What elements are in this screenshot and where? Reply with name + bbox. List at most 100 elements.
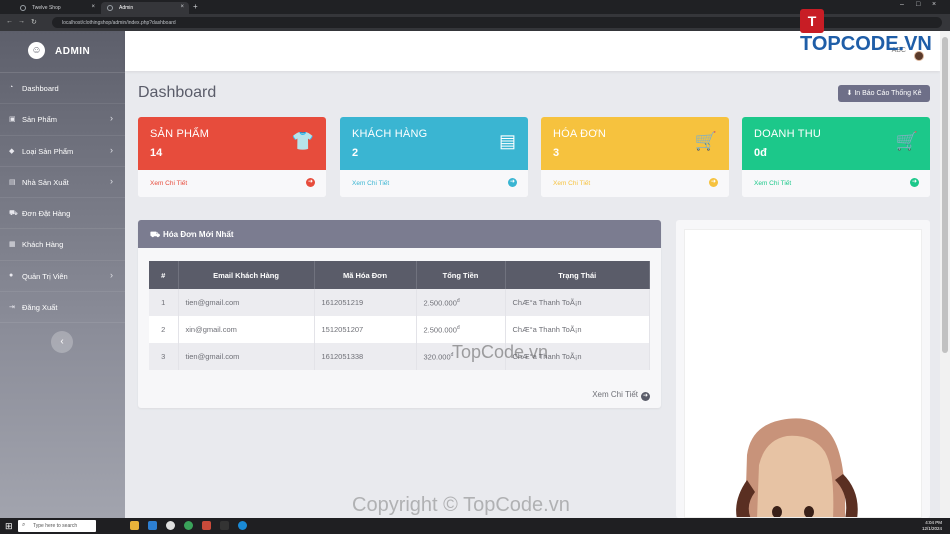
sidebar-item-logout[interactable]: ⇥ Đăng Xuất <box>0 292 125 324</box>
tag-icon: ◆ <box>9 147 15 155</box>
arrow-right-circle-icon[interactable]: ➜ <box>910 178 919 187</box>
invoice-code: 1512051207 <box>314 316 417 343</box>
stat-card-footer[interactable]: Xem Chi Tiết ➜ <box>340 170 528 197</box>
sidebar-item-label: Đăng Xuất <box>22 303 58 313</box>
sidebar: ☺ ADMIN ◔ Dashboard ▣ Sản Phẩm › ◆ Loại … <box>0 31 125 518</box>
window-close-icon[interactable]: × <box>932 1 936 8</box>
logout-icon: ⇥ <box>9 304 15 312</box>
vscode-icon[interactable] <box>148 521 157 530</box>
dashboard-icon: ◔ <box>9 84 14 91</box>
sidebar-item-orders[interactable]: ⛟ Đơn Đặt Hàng <box>0 198 125 230</box>
chrome-icon[interactable] <box>166 521 175 530</box>
sidebar-item-label: Dashboard <box>22 84 59 93</box>
sidebar-item-categories[interactable]: ◆ Loại Sản Phẩm › <box>0 136 125 167</box>
box-icon: ▣ <box>9 116 16 124</box>
chevron-left-icon: ‹ <box>60 336 64 347</box>
stat-card-link[interactable]: Xem Chi Tiết <box>352 180 389 187</box>
new-tab-icon[interactable]: + <box>193 2 198 11</box>
brand[interactable]: ☺ ADMIN <box>0 31 125 73</box>
url-text: localhost/clothingshop/admin/index.php?d… <box>62 20 176 26</box>
print-report-button[interactable]: ⬇ In Báo Cáo Thống Kê <box>838 85 930 102</box>
stat-card-link[interactable]: Xem Chi Tiết <box>754 180 791 187</box>
total-amount: 2.500.000 <box>423 325 457 335</box>
customer-email: xin@gmail.com <box>178 316 315 343</box>
column-header[interactable]: Mã Hóa Đơn <box>314 261 417 289</box>
app-icon[interactable] <box>202 521 211 530</box>
table-row[interactable]: 2 xin@gmail.com 1512051207 2.500.000đ Ch… <box>149 316 650 343</box>
table-row[interactable]: 3 tien@gmail.com 1612051338 320.000đ ChÆ… <box>149 343 650 370</box>
chat-app-icon[interactable] <box>184 521 193 530</box>
center-watermark: TopCode.vn <box>452 342 549 362</box>
total-amount: 2.500.000 <box>423 298 457 308</box>
currency-symbol: đ <box>456 297 460 304</box>
view-all-orders-link[interactable]: Xem Chi Tiết ➜ <box>592 390 650 401</box>
stat-card-header: DOANH THU 0đ 🛒 <box>742 117 930 170</box>
edge-icon[interactable] <box>238 521 247 530</box>
terminal-icon[interactable] <box>220 521 229 530</box>
arrow-right-circle-icon[interactable]: ➜ <box>306 178 315 187</box>
sidebar-item-customers[interactable]: ▦ Khách Hàng <box>0 229 125 261</box>
sidebar-item-label: Đơn Đặt Hàng <box>22 209 71 219</box>
sidebar-item-dashboard[interactable]: ◔ Dashboard <box>0 73 125 105</box>
sidebar-menu: ◔ Dashboard ▣ Sản Phẩm › ◆ Loại Sản Phẩm… <box>0 73 125 324</box>
order-total: 2.500.000đ <box>416 316 506 343</box>
brand-name: ADMIN <box>55 46 91 57</box>
row-number: 2 <box>149 316 179 343</box>
reload-icon[interactable]: ↻ <box>31 18 37 26</box>
sidebar-item-label: Khách Hàng <box>22 240 64 250</box>
sidebar-item-products[interactable]: ▣ Sản Phẩm › <box>0 104 125 136</box>
column-header[interactable]: Trạng Thái <box>505 261 650 289</box>
sidebar-toggle-button[interactable]: ‹ <box>51 331 73 353</box>
row-number: 3 <box>149 343 179 370</box>
page-scrollbar[interactable] <box>940 31 950 518</box>
arrow-right-circle-icon[interactable]: ➜ <box>709 178 718 187</box>
system-tray-clock[interactable]: 4:04 PM 12/1/2024 <box>922 520 942 532</box>
forward-icon[interactable]: → <box>18 18 25 25</box>
address-book-icon: ▦ <box>9 241 16 249</box>
stat-card-footer[interactable]: Xem Chi Tiết ➜ <box>742 170 930 197</box>
file-explorer-icon[interactable] <box>130 521 139 530</box>
order-status: ChÆ°a Thanh ToÃ¡n <box>505 289 650 316</box>
page-title: Dashboard <box>138 84 217 101</box>
stat-card-footer[interactable]: Xem Chi Tiết ➜ <box>541 170 729 197</box>
maximize-icon[interactable]: □ <box>916 1 920 8</box>
stat-card-footer[interactable]: Xem Chi Tiết ➜ <box>138 170 326 197</box>
stat-card-link[interactable]: Xem Chi Tiết <box>553 180 590 187</box>
print-report-label: In Báo Cáo Thống Kê <box>854 90 922 97</box>
windows-start-icon[interactable]: ⊞ <box>5 521 13 532</box>
column-header[interactable]: Tổng Tiền <box>416 261 506 289</box>
stat-card-value: 3 <box>553 147 560 159</box>
globe-icon <box>20 5 26 11</box>
sidebar-item-admins[interactable]: ● Quản Trị Viên › <box>0 261 125 293</box>
stat-card-revenue: DOANH THU 0đ 🛒 Xem Chi Tiết ➜ <box>742 117 930 197</box>
search-icon: ⌕ <box>22 522 26 528</box>
scrollbar-thumb[interactable] <box>942 37 948 353</box>
stat-card-title: DOANH THU <box>754 128 821 140</box>
sidebar-item-manufacturers[interactable]: ▤ Nhà Sản Xuất › <box>0 167 125 199</box>
topcode-logo-icon: T <box>800 9 824 33</box>
browser-tab-shop[interactable]: Twelve Shop × <box>14 2 100 14</box>
arrow-right-circle-icon[interactable]: ➜ <box>508 178 517 187</box>
illustration-panel <box>676 220 930 518</box>
table-row[interactable]: 1 tien@gmail.com 1612051219 2.500.000đ C… <box>149 289 650 316</box>
stat-card-link[interactable]: Xem Chi Tiết <box>150 180 187 187</box>
column-header[interactable]: # <box>149 261 179 289</box>
truck-icon: ⛟ <box>150 230 161 239</box>
taskbar-search-input[interactable]: ⌕ Type here to search <box>18 520 96 532</box>
watermark-text: TOPCODE.VN <box>800 33 932 55</box>
search-placeholder: Type here to search <box>33 523 78 529</box>
globe-icon <box>107 5 113 11</box>
illustration-frame <box>684 229 922 518</box>
minimize-icon[interactable]: – <box>900 1 904 8</box>
chevron-right-icon: › <box>110 113 113 124</box>
browser-tab-label: Twelve Shop <box>32 5 61 11</box>
smile-logo-icon: ☺ <box>28 42 45 59</box>
arrow-right-circle-icon: ➜ <box>641 392 650 401</box>
column-header[interactable]: Email Khách Hàng <box>178 261 315 289</box>
close-icon[interactable]: × <box>180 4 184 10</box>
back-icon[interactable]: ← <box>6 18 13 25</box>
browser-tab-admin[interactable]: Admin × <box>101 2 189 14</box>
chevron-right-icon: › <box>110 144 113 155</box>
row-number: 1 <box>149 289 179 316</box>
close-icon[interactable]: × <box>91 4 95 10</box>
